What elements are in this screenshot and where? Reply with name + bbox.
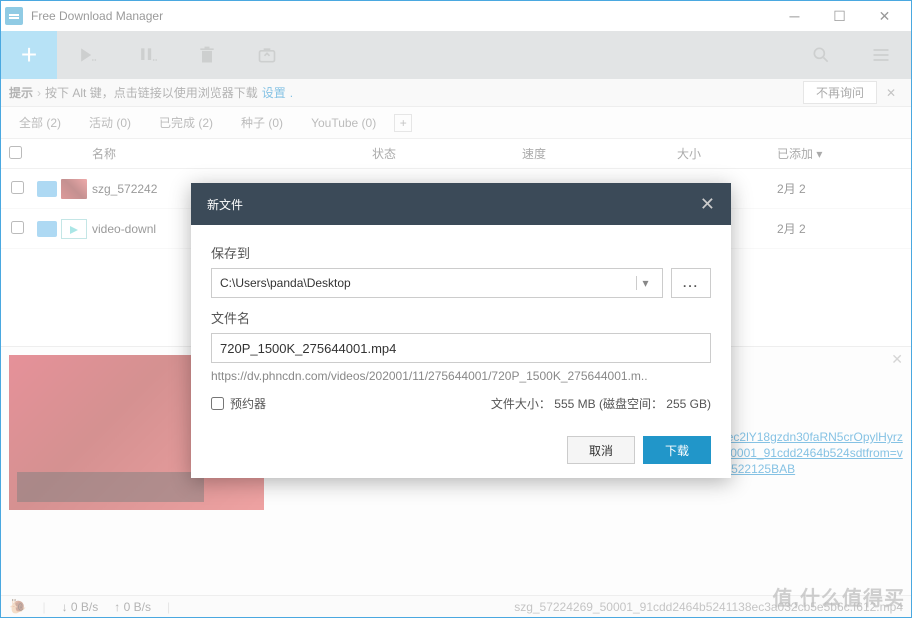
new-file-dialog: 新文件 ✕ 保存到 C:\Users\panda\Desktop ▾ ... 文… — [191, 183, 731, 478]
download-button[interactable]: 下载 — [643, 436, 711, 464]
dialog-title: 新文件 — [207, 196, 243, 213]
dialog-close-icon[interactable]: ✕ — [700, 194, 715, 215]
cancel-button[interactable]: 取消 — [567, 436, 635, 464]
scheduler-checkbox[interactable]: 预约器 — [211, 395, 266, 412]
filename-input[interactable] — [211, 333, 711, 363]
save-path-combo[interactable]: C:\Users\panda\Desktop ▾ — [211, 268, 663, 298]
browse-button[interactable]: ... — [671, 268, 711, 298]
save-to-label: 保存到 — [211, 243, 711, 262]
filesize-text: 文件大小： 555 MB (磁盘空间： 255 GB) — [491, 395, 711, 412]
chevron-down-icon[interactable]: ▾ — [636, 276, 654, 290]
source-url-text: https://dv.phncdn.com/videos/202001/11/2… — [211, 369, 711, 383]
save-path-value: C:\Users\panda\Desktop — [220, 276, 351, 290]
filename-label: 文件名 — [211, 308, 711, 327]
